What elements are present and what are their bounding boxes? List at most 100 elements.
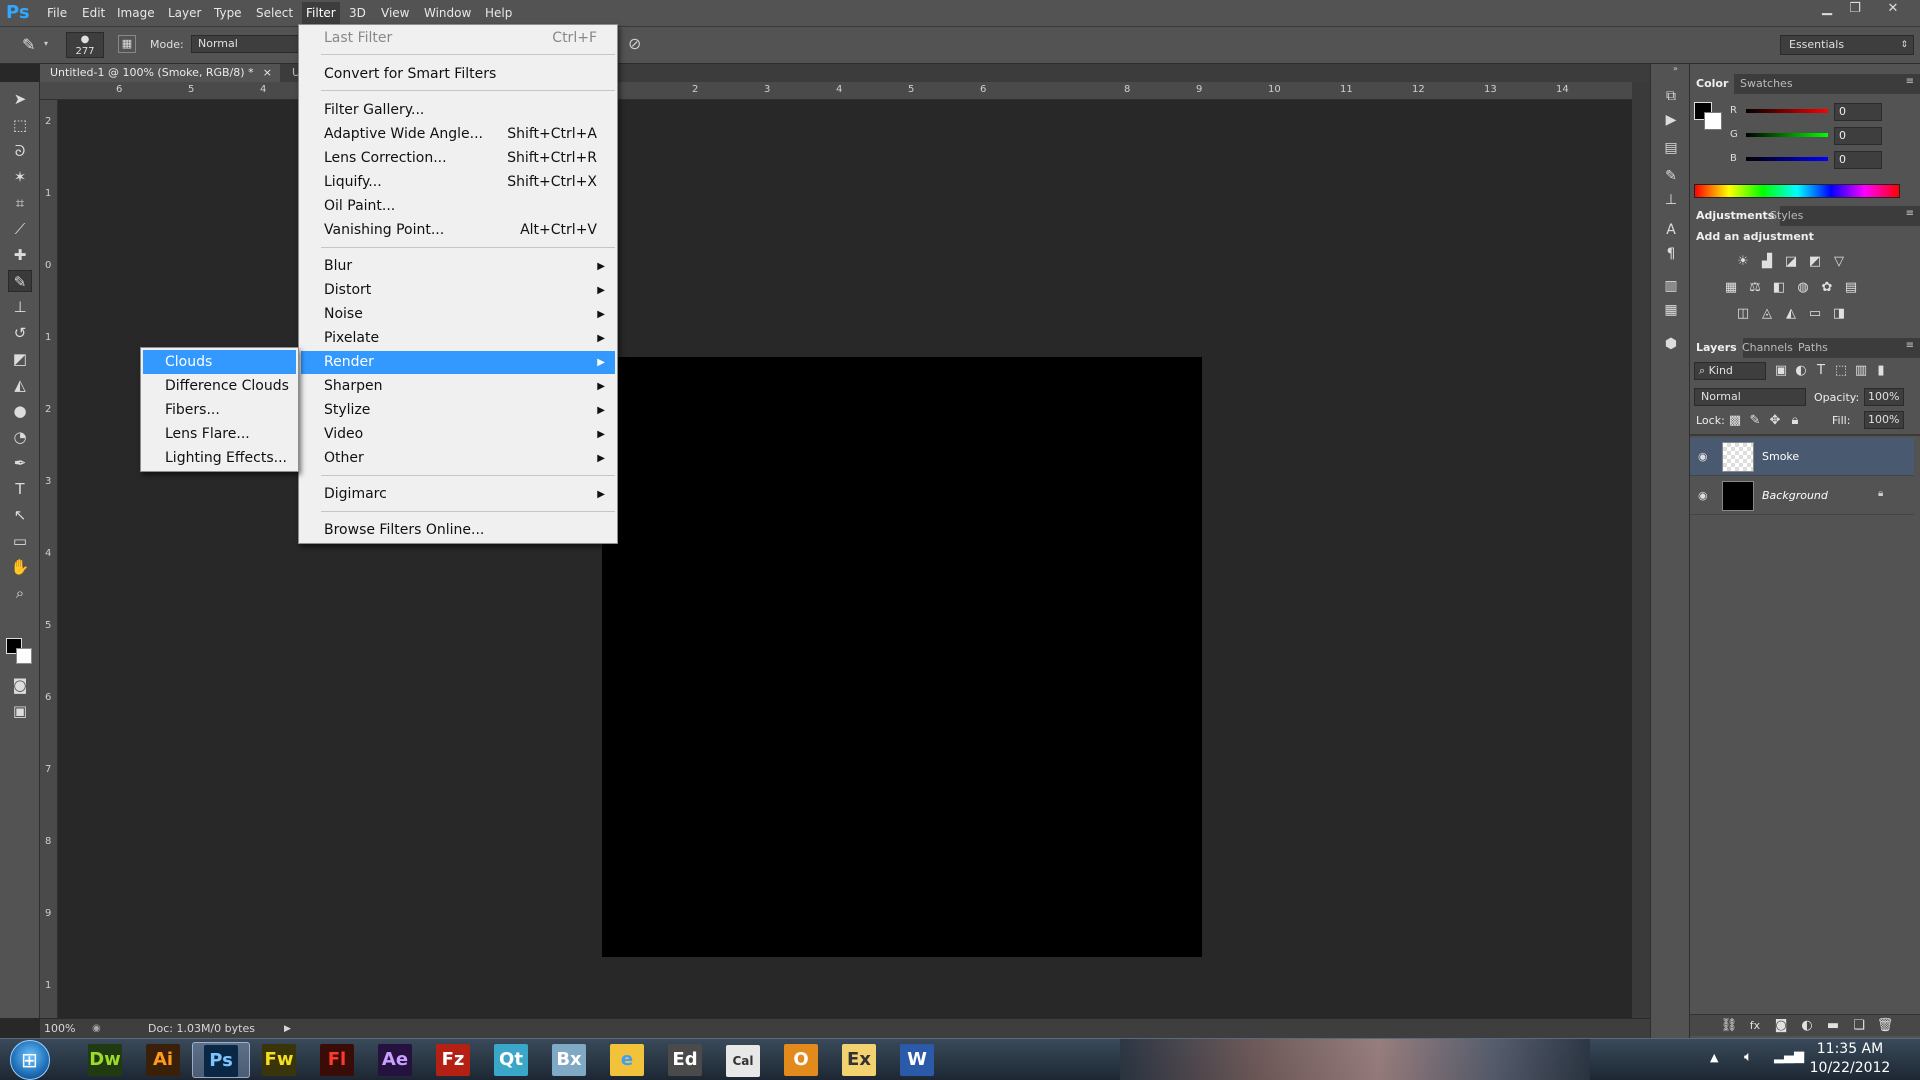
minimize-icon[interactable]: ▁	[1814, 1, 1840, 19]
taskbar-app-13[interactable]: Ex	[830, 1042, 888, 1078]
taskbar-app-7[interactable]: Qt	[482, 1042, 540, 1078]
pen-tool-icon[interactable]: ✒	[8, 452, 32, 474]
layer-row-background[interactable]: ◉ Background 🔒︎	[1690, 477, 1914, 515]
color-lookup-icon[interactable]: ▤	[1842, 280, 1860, 296]
filter-shape-icon[interactable]: ⬚	[1832, 363, 1850, 379]
photo-filter-icon[interactable]: ◍	[1794, 280, 1812, 296]
zoom-tool-icon[interactable]: ⌕	[8, 582, 32, 604]
brush-panel-icon[interactable]: ▦	[118, 35, 136, 53]
new-group-icon[interactable]: ▬	[1824, 1018, 1842, 1034]
menu-item-last-filter[interactable]: Last Filter Ctrl+F	[301, 27, 615, 50]
filter-smart-object-icon[interactable]: ▥	[1852, 363, 1870, 379]
menu-item-lens-correction[interactable]: Lens Correction... Shift+Ctrl+R	[301, 147, 615, 170]
menu-layer[interactable]: Layer	[168, 6, 201, 20]
black-white-icon[interactable]: ◧	[1770, 280, 1788, 296]
notes-panel-icon[interactable]: ▦	[1661, 300, 1681, 320]
submenu-item-difference-clouds[interactable]: Difference Clouds	[143, 374, 296, 398]
start-button[interactable]: ⊞	[10, 1040, 50, 1080]
taskbar-app-14[interactable]: W	[888, 1042, 946, 1078]
menu-help[interactable]: Help	[485, 6, 512, 20]
menu-item-pixelate[interactable]: Pixelate ▶	[301, 327, 615, 350]
green-value[interactable]: 0	[1834, 127, 1882, 145]
taskbar-app-5[interactable]: Ae	[366, 1042, 424, 1078]
tab-paths[interactable]: Paths	[1792, 338, 1834, 358]
new-layer-icon[interactable]: ❏	[1850, 1018, 1868, 1034]
taskbar-app-0[interactable]: Dw	[76, 1042, 134, 1078]
color-spectrum-bar[interactable]	[1694, 184, 1900, 198]
menu-item-convert-smart-filters[interactable]: Convert for Smart Filters	[301, 63, 615, 86]
gradient-map-icon[interactable]: ▭	[1806, 306, 1824, 322]
expand-dock-icon[interactable]: »	[1673, 64, 1678, 73]
tab-layers[interactable]: Layers	[1690, 338, 1743, 358]
info-panel-icon[interactable]: ▥	[1661, 276, 1681, 296]
layer-row-smoke[interactable]: ◉ Smoke	[1690, 438, 1914, 476]
taskbar-app-12[interactable]: O	[772, 1042, 830, 1078]
brightness-contrast-icon[interactable]: ☀	[1734, 254, 1752, 270]
lock-transparent-icon[interactable]: ▩	[1726, 413, 1744, 429]
stamp-tool-icon[interactable]: ⊥	[8, 296, 32, 318]
taskbar-app-10[interactable]: Ed	[656, 1042, 714, 1078]
red-slider[interactable]	[1746, 109, 1828, 113]
eyedropper-icon[interactable]: ⟋	[8, 218, 32, 240]
tab-color[interactable]: Color	[1690, 74, 1735, 94]
filter-adjustment-icon[interactable]: ◐	[1792, 363, 1810, 379]
filter-pixel-icon[interactable]: ▣	[1772, 363, 1790, 379]
tab-untitled-1[interactable]: Untitled-1 @ 100% (Smoke, RGB/8) * ×	[40, 64, 280, 82]
add-mask-icon[interactable]: ◙	[1772, 1018, 1790, 1034]
fx-icon[interactable]: fx	[1746, 1018, 1764, 1034]
move-tool-icon[interactable]: ➤	[8, 88, 32, 110]
status-menu-arrow-icon[interactable]: ▶	[284, 1019, 291, 1039]
link-layers-icon[interactable]: ⛓	[1720, 1018, 1738, 1034]
taskbar-app-9[interactable]: e	[598, 1042, 656, 1078]
menu-edit[interactable]: Edit	[82, 6, 105, 20]
menu-item-digimarc[interactable]: Digimarc ▶	[301, 483, 615, 506]
submenu-item-lens-flare[interactable]: Lens Flare...	[143, 422, 296, 446]
menu-item-noise[interactable]: Noise ▶	[301, 303, 615, 326]
eye-icon[interactable]: ◉	[1698, 489, 1708, 502]
menu-item-blur[interactable]: Blur ▶	[301, 255, 615, 278]
lock-position-icon[interactable]: ✥	[1766, 413, 1784, 429]
menu-view[interactable]: View	[381, 6, 409, 20]
curves-icon[interactable]: ◪	[1782, 254, 1800, 270]
menu-image[interactable]: Image	[117, 6, 155, 20]
filter-toggle-icon[interactable]: ▮	[1872, 363, 1890, 379]
quick-mask-icon[interactable]: ◙	[8, 674, 32, 696]
tab-styles[interactable]: Styles	[1764, 206, 1809, 226]
dodge-tool-icon[interactable]: ◔	[8, 426, 32, 448]
menu-item-distort[interactable]: Distort ▶	[301, 279, 615, 302]
brush-tool-icon[interactable]: ✎	[8, 270, 32, 292]
menu-item-liquify[interactable]: Liquify... Shift+Ctrl+X	[301, 171, 615, 194]
menu-item-vanishing-point[interactable]: Vanishing Point... Alt+Ctrl+V	[301, 219, 615, 242]
layer-name[interactable]: Background	[1762, 489, 1828, 502]
history-brush-icon[interactable]: ↺	[8, 322, 32, 344]
eye-icon[interactable]: ◉	[1698, 450, 1708, 463]
tab-channels[interactable]: Channels	[1736, 338, 1799, 358]
lock-image-icon[interactable]: ✎	[1746, 413, 1764, 429]
system-clock[interactable]: 11:35 AM 10/22/2012	[1790, 1040, 1910, 1080]
lock-all-icon[interactable]: 🔒︎	[1786, 413, 1804, 429]
crop-tool-icon[interactable]: ⌗	[8, 192, 32, 214]
selective-color-icon[interactable]: ◨	[1830, 306, 1848, 322]
menu-3d[interactable]: 3D	[349, 6, 366, 20]
zoom-level[interactable]: 100%	[44, 1019, 75, 1039]
brush-preset-picker[interactable]: ● 277	[66, 32, 104, 58]
fill-input[interactable]: 100%	[1864, 411, 1904, 429]
workspace-select[interactable]: Essentials ⇕	[1780, 35, 1914, 55]
menu-item-stylize[interactable]: Stylize ▶	[301, 399, 615, 422]
menu-type[interactable]: Type	[214, 6, 242, 20]
screen-mode-icon[interactable]: ▣	[8, 700, 32, 722]
canvas-area[interactable]	[58, 100, 1632, 1018]
pressure-size-icon[interactable]: ⊘	[628, 34, 641, 53]
menu-select[interactable]: Select	[256, 6, 293, 20]
document-canvas[interactable]	[602, 357, 1202, 957]
marquee-tool-icon[interactable]: ⬚	[8, 114, 32, 136]
levels-icon[interactable]: ▟	[1758, 254, 1776, 270]
panel-menu-icon[interactable]: ≡	[1906, 340, 1914, 351]
taskbar-app-11[interactable]: Cal	[714, 1042, 772, 1078]
menu-item-filter-gallery[interactable]: Filter Gallery...	[301, 99, 615, 122]
paint-bucket-icon[interactable]: ◭	[8, 374, 32, 396]
paragraph-panel-icon[interactable]: ¶	[1661, 244, 1681, 264]
menu-item-browse-filters-online[interactable]: Browse Filters Online...	[301, 519, 615, 542]
3d-panel-icon[interactable]: ⬢	[1661, 334, 1681, 354]
background-color-swatch[interactable]	[1704, 112, 1722, 130]
